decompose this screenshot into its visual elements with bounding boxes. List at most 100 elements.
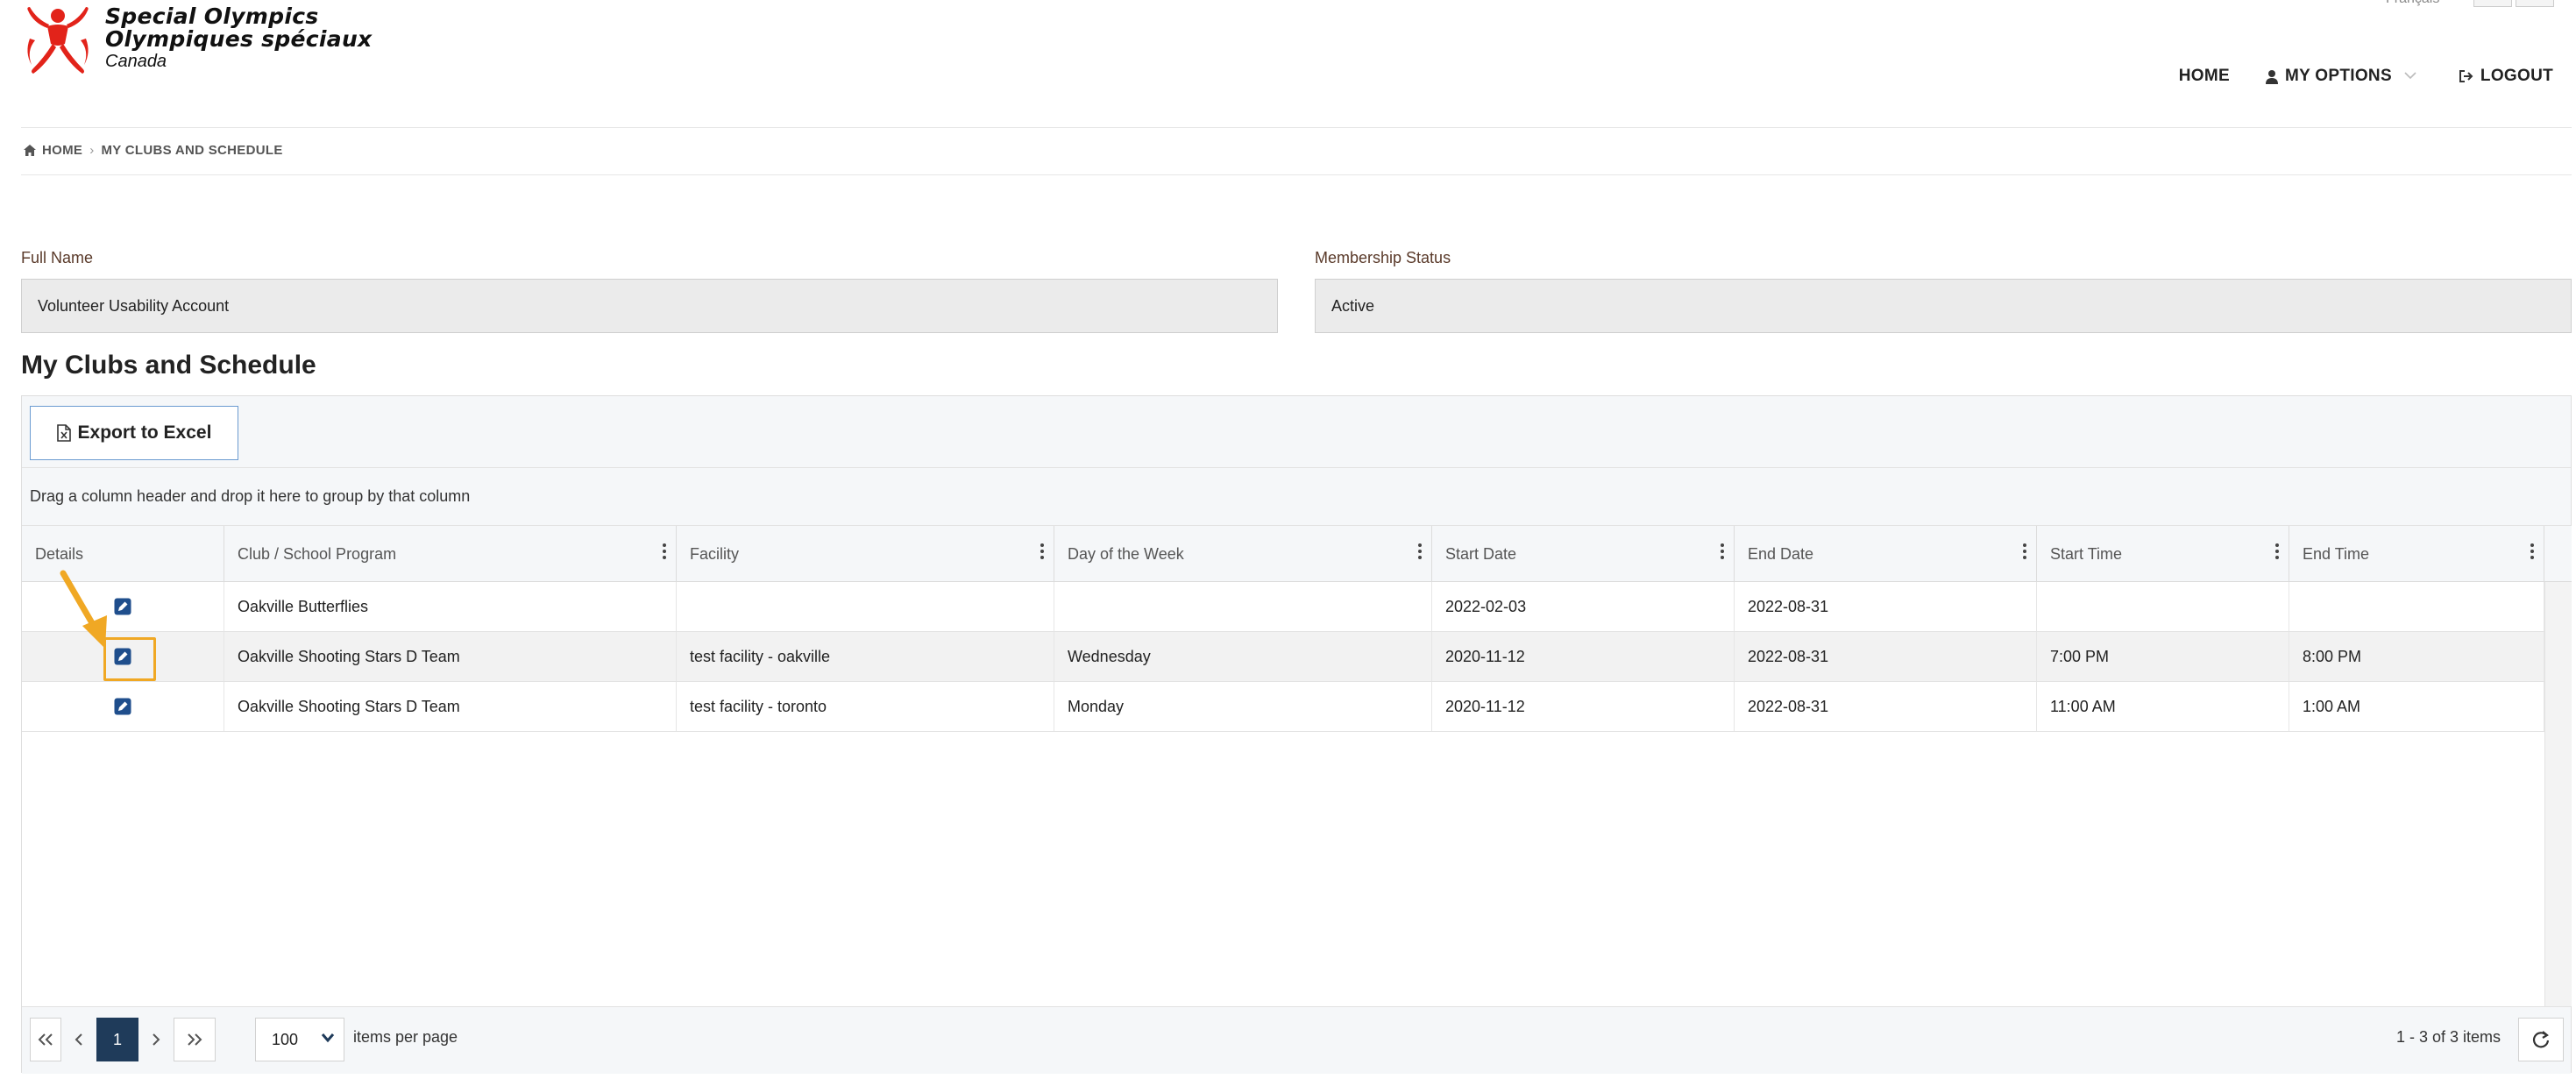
export-to-excel-label: Export to Excel bbox=[77, 422, 212, 443]
export-to-excel-button[interactable]: Export to Excel bbox=[30, 406, 238, 460]
font-increase-button[interactable] bbox=[2516, 0, 2554, 7]
table-row: Oakville Shooting Stars D Team test faci… bbox=[22, 632, 2544, 682]
day-cell: Wednesday bbox=[1054, 632, 1432, 681]
items-per-page-label: items per page bbox=[353, 1028, 458, 1046]
page-size-select[interactable]: 100 bbox=[255, 1018, 344, 1061]
special-olympics-logo[interactable] bbox=[21, 4, 95, 77]
vertical-scrollbar[interactable] bbox=[2544, 582, 2572, 1006]
facility-cell: test facility - toronto bbox=[677, 682, 1054, 731]
start-time-cell: 7:00 PM bbox=[2037, 632, 2289, 681]
club-cell: Oakville Shooting Stars D Team bbox=[224, 682, 677, 731]
breadcrumb-home-link[interactable]: HOME bbox=[42, 143, 82, 158]
column-menu-icon[interactable] bbox=[2530, 543, 2535, 559]
breadcrumb-divider bbox=[21, 174, 2572, 175]
top-navigation: HOME MY OPTIONS LOGOUT bbox=[2179, 67, 2553, 86]
pager-info: 1 - 3 of 3 items bbox=[2395, 1028, 2501, 1046]
last-page-button[interactable] bbox=[174, 1018, 216, 1061]
column-menu-icon[interactable] bbox=[662, 543, 667, 559]
column-header-start-time[interactable]: Start Time bbox=[2037, 526, 2289, 582]
column-menu-icon[interactable] bbox=[2274, 543, 2280, 559]
column-header-label: Day of the Week bbox=[1068, 544, 1184, 563]
day-cell: Monday bbox=[1054, 682, 1432, 731]
dropdown-arrow-icon bbox=[321, 1033, 335, 1043]
full-name-value: Volunteer Usability Account bbox=[38, 296, 230, 315]
grid-body: Oakville Butterflies 2022-02-03 2022-08-… bbox=[22, 582, 2544, 732]
sign-out-icon bbox=[2459, 69, 2474, 83]
column-header-end-date[interactable]: End Date bbox=[1735, 526, 2037, 582]
home-icon bbox=[23, 144, 37, 157]
font-decrease-button[interactable] bbox=[2473, 0, 2512, 7]
column-header-label: End Date bbox=[1748, 544, 1814, 563]
column-menu-icon[interactable] bbox=[1417, 543, 1423, 559]
scrollbar-header-spacer bbox=[2544, 526, 2572, 582]
column-header-start-date[interactable]: Start Date bbox=[1432, 526, 1735, 582]
refresh-button[interactable] bbox=[2518, 1018, 2564, 1061]
column-menu-icon[interactable] bbox=[2022, 543, 2027, 559]
grid-toolbar: Export to Excel bbox=[22, 396, 2571, 468]
column-header-label: Start Time bbox=[2050, 544, 2123, 563]
breadcrumb-separator-icon: › bbox=[89, 143, 95, 158]
double-chevron-left-icon bbox=[38, 1033, 53, 1046]
site-header: Special Olympics Olympiques spéciaux Can… bbox=[0, 0, 2576, 128]
section-title: My Clubs and Schedule bbox=[21, 351, 316, 380]
brand-line-3: Canada bbox=[105, 52, 167, 71]
grid-pager: 1 100 items per page 1 - 3 of 3 items bbox=[22, 1006, 2571, 1074]
start-date-cell: 2020-11-12 bbox=[1432, 682, 1735, 731]
start-time-cell bbox=[2037, 582, 2289, 631]
membership-status-label: Membership Status bbox=[1315, 249, 1451, 266]
nav-logout-link[interactable]: LOGOUT bbox=[2459, 67, 2553, 86]
details-cell bbox=[22, 682, 224, 731]
end-time-cell: 8:00 PM bbox=[2289, 632, 2544, 681]
nav-my-options-menu[interactable]: MY OPTIONS bbox=[2265, 67, 2416, 86]
next-page-button[interactable] bbox=[140, 1018, 172, 1061]
nav-home-link[interactable]: HOME bbox=[2179, 67, 2230, 86]
full-name-field: Volunteer Usability Account bbox=[21, 279, 1278, 333]
end-time-cell bbox=[2289, 582, 2544, 631]
edit-details-icon[interactable] bbox=[114, 698, 131, 715]
end-date-cell: 2022-08-31 bbox=[1735, 582, 2037, 631]
header-divider bbox=[21, 127, 2572, 128]
facility-cell: test facility - oakville bbox=[677, 632, 1054, 681]
user-icon bbox=[2265, 69, 2279, 84]
brand-line-2: Olympiques spéciaux bbox=[105, 26, 373, 52]
group-drop-hint: Drag a column header and drop it here to… bbox=[30, 487, 471, 505]
excel-file-icon bbox=[56, 424, 71, 442]
previous-page-button[interactable] bbox=[63, 1018, 95, 1061]
membership-status-field: Active bbox=[1315, 279, 2572, 333]
breadcrumb-current: MY CLUBS AND SCHEDULE bbox=[101, 143, 283, 158]
chevron-right-icon bbox=[153, 1033, 160, 1046]
start-time-cell: 11:00 AM bbox=[2037, 682, 2289, 731]
column-menu-icon[interactable] bbox=[1720, 543, 1725, 559]
language-link[interactable]: Français bbox=[2386, 0, 2439, 7]
column-menu-icon[interactable] bbox=[1040, 543, 1045, 559]
nav-home-label: HOME bbox=[2178, 67, 2230, 85]
table-row: Oakville Butterflies 2022-02-03 2022-08-… bbox=[22, 582, 2544, 632]
brand-line-1: Special Olympics bbox=[105, 4, 319, 29]
annotation-highlight-box bbox=[103, 637, 156, 681]
column-header-end-time[interactable]: End Time bbox=[2289, 526, 2544, 582]
nav-my-options-label: MY OPTIONS bbox=[2284, 67, 2392, 85]
column-header-label: Club / School Program bbox=[238, 544, 397, 563]
column-header-label: Start Date bbox=[1445, 544, 1517, 563]
column-header-details[interactable]: Details bbox=[22, 526, 224, 582]
column-header-label: Facility bbox=[690, 544, 740, 563]
group-drop-area[interactable]: Drag a column header and drop it here to… bbox=[22, 468, 2571, 526]
column-header-club[interactable]: Club / School Program bbox=[224, 526, 677, 582]
font-size-controls bbox=[2473, 0, 2554, 7]
facility-cell bbox=[677, 582, 1054, 631]
first-page-button[interactable] bbox=[30, 1018, 61, 1061]
breadcrumb: HOME › MY CLUBS AND SCHEDULE bbox=[23, 143, 283, 158]
chevron-left-icon bbox=[75, 1033, 82, 1046]
column-header-label: Details bbox=[35, 544, 84, 563]
grid-header-row: Details Club / School Program Facility D… bbox=[22, 526, 2544, 582]
column-header-facility[interactable]: Facility bbox=[677, 526, 1054, 582]
column-header-day[interactable]: Day of the Week bbox=[1054, 526, 1432, 582]
page-1-button[interactable]: 1 bbox=[96, 1018, 138, 1061]
end-time-cell: 1:00 AM bbox=[2289, 682, 2544, 731]
table-row: Oakville Shooting Stars D Team test faci… bbox=[22, 682, 2544, 732]
details-cell bbox=[22, 582, 224, 631]
double-chevron-right-icon bbox=[188, 1033, 202, 1046]
start-date-cell: 2022-02-03 bbox=[1432, 582, 1735, 631]
clubs-schedule-grid: Export to Excel Drag a column header and… bbox=[21, 395, 2572, 1074]
full-name-label: Full Name bbox=[21, 249, 94, 266]
